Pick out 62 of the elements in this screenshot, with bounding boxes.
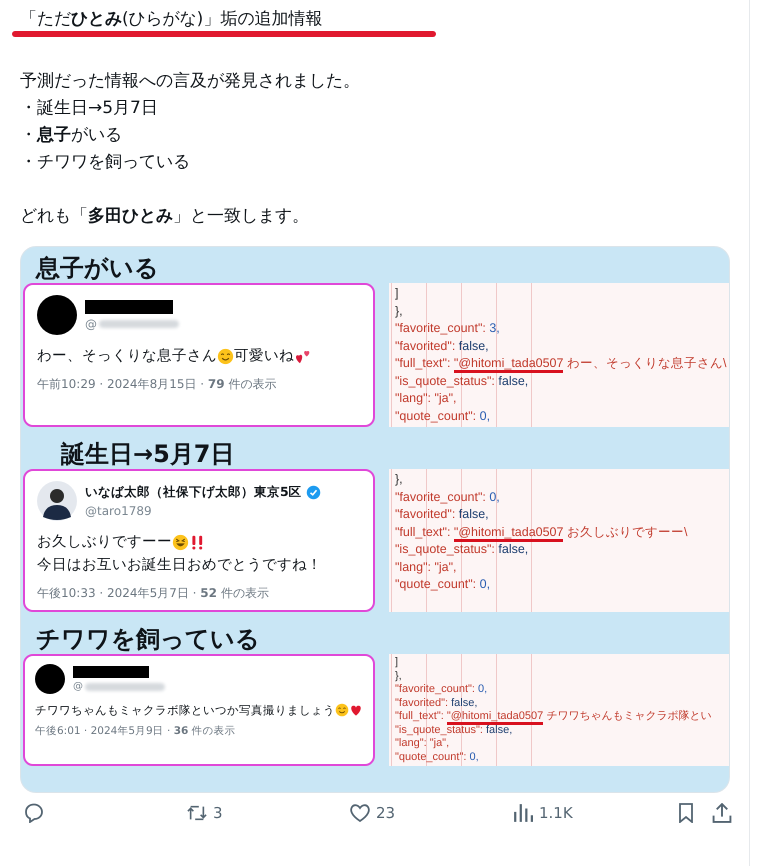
code-line: "favorite_count": 0, xyxy=(395,683,488,696)
hearts-icon xyxy=(294,348,311,365)
smile-icon xyxy=(335,703,349,717)
tweet-text: わー、そっくりな息子さん xyxy=(37,347,217,366)
reply-icon xyxy=(24,803,44,823)
code-line: ] xyxy=(395,656,400,670)
repost-icon xyxy=(187,803,207,823)
user-handle: @taro1789 xyxy=(85,504,153,518)
code-line: "is_quote_status": false, xyxy=(395,541,530,558)
code-line: "favorited": false, xyxy=(395,338,490,354)
post-text-line: 予測だった情報への言及が発見されました。 xyxy=(20,70,361,93)
section-heading: 息子がいる xyxy=(36,253,159,283)
code-line: "lang": "ja", xyxy=(395,390,458,407)
code-line: "quote_count": 0, xyxy=(395,576,492,593)
code-line: "is_quote_status": false, xyxy=(395,372,530,390)
bar-chart-icon xyxy=(513,803,533,823)
post-text-line: ・チワワを飼っている xyxy=(20,151,191,174)
post-title: 「ただひとみ(ひらがな)」垢の追加情報 xyxy=(20,8,322,30)
like-button[interactable]: 23 xyxy=(346,799,509,827)
tweet-text: 今日はお互いお誕生日おめでとうですね！ xyxy=(37,556,322,575)
section-heading: チワワを飼っている xyxy=(36,624,260,654)
tweet-text: 可愛いね xyxy=(234,347,294,366)
post-text-line: ・息子がいる xyxy=(20,124,123,147)
code-line: "full_text": "@hitomi_tada0507 チワワちゃんもミャクラボ隊とい xyxy=(395,710,729,724)
code-line: "favorite_count": 3, xyxy=(395,320,501,337)
code-line: "quote_count": 0, xyxy=(395,408,492,425)
tweet-meta: 午前10:29 · 2024年8月15日 · 79 件の表示 xyxy=(37,376,278,393)
code-line: }, xyxy=(395,471,404,488)
code-line: "full_text": "@hitomi_tada0507 わー、そっくりな息子さん\ xyxy=(395,355,729,372)
tweet-text: チワワちゃんもミャクラボ隊といつか写真撮りましょう xyxy=(35,702,335,719)
tweet-meta: 午後6:01 · 2024年5月9日 · 36 件の表示 xyxy=(35,724,237,738)
post-text-line: ・誕生日→5月7日 xyxy=(20,97,159,120)
code-line: "favorited": false, xyxy=(395,696,478,710)
user-handle: @ xyxy=(73,681,83,692)
code-line: "full_text": "@hitomi_tada0507 お久しぶりですーー\ xyxy=(395,524,729,541)
code-line: "favorite_count": 0, xyxy=(395,488,501,506)
tweet-meta: 午後10:33 · 2024年5月7日 · 52 件の表示 xyxy=(37,585,270,602)
code-line: "favorited": false, xyxy=(395,506,490,523)
code-line: "is_quote_status": false, xyxy=(395,724,514,737)
code-line: "lang": "ja", xyxy=(395,558,458,576)
user-handle: @ xyxy=(85,316,97,330)
bookmark-icon xyxy=(676,803,696,823)
code-line: }, xyxy=(395,302,404,320)
smile-icon xyxy=(217,348,234,365)
code-line: "quote_count": 0, xyxy=(395,750,480,764)
share-icon xyxy=(712,803,732,823)
views-button[interactable]: 1.1K xyxy=(509,799,672,827)
repost-button[interactable]: 3 xyxy=(183,799,346,827)
code-line: ] xyxy=(395,285,400,302)
heart-icon xyxy=(349,703,363,717)
avatar-icon xyxy=(35,664,65,694)
code-line: "lang": "ja", xyxy=(395,737,450,750)
section-heading: 誕生日→5月7日 xyxy=(60,439,235,469)
tweet-text: お久しぶりですーー xyxy=(37,533,172,552)
grin-icon xyxy=(172,534,189,551)
avatar-icon xyxy=(37,295,77,335)
attached-image[interactable] xyxy=(20,246,730,793)
post-text-line: どれも「多田ひとみ」と一致します。 xyxy=(20,205,310,228)
avatar-icon xyxy=(37,481,77,521)
user-name: いなば太郎（社保下げ太郎）東京5区 xyxy=(85,484,302,501)
heart-icon xyxy=(350,803,370,823)
code-line: }, xyxy=(395,670,403,683)
